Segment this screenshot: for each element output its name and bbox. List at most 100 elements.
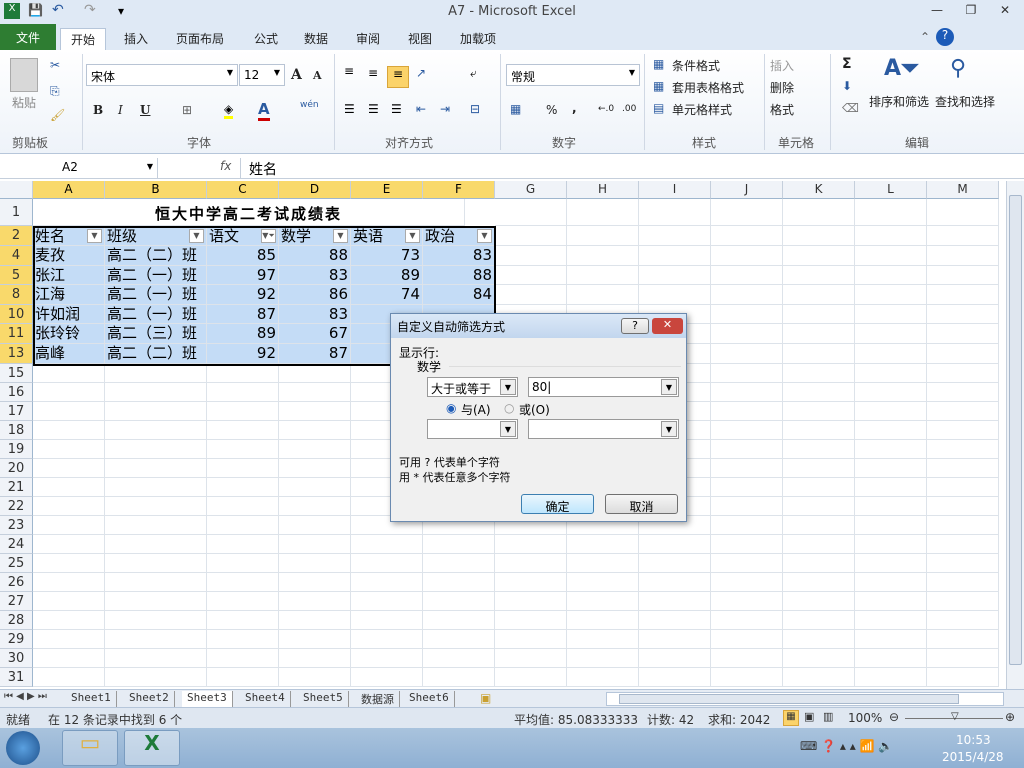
font-color-icon[interactable]: A [258,100,270,121]
cell[interactable] [711,629,783,649]
cell[interactable] [855,439,927,459]
cell[interactable] [567,199,639,226]
cell[interactable]: 86 [279,285,351,305]
sheet-title[interactable]: 恒大中学高二考试成绩表 [33,199,465,226]
cell[interactable] [105,591,207,611]
cell[interactable] [639,591,711,611]
cell[interactable] [711,420,783,440]
dialog-help-button[interactable]: ? [621,318,649,334]
format-painter-icon[interactable]: 🖌 [50,108,65,122]
cell[interactable]: 江海 [33,285,105,305]
cell[interactable] [927,226,999,246]
cell[interactable] [711,382,783,402]
cell[interactable]: 麦孜 [33,246,105,266]
cell[interactable] [927,363,999,383]
cell[interactable] [33,515,105,535]
and-radio[interactable]: ◉ [446,401,456,415]
cell[interactable] [351,572,423,592]
cell[interactable] [105,534,207,554]
cell[interactable] [279,610,351,630]
row-header[interactable]: 19 [0,439,33,459]
tab-page-layout[interactable]: 页面布局 [166,28,234,50]
cell[interactable] [711,477,783,497]
cell[interactable] [855,401,927,421]
sheet-tab[interactable]: Sheet2 [124,691,175,707]
tab-data[interactable]: 数据 [294,28,338,50]
cell[interactable] [567,226,639,246]
cell[interactable]: 84 [423,285,495,305]
cell[interactable]: 高二（二）班 [105,246,207,266]
cell[interactable] [33,401,105,421]
cell[interactable]: 88 [279,246,351,266]
cell[interactable] [855,496,927,516]
cell[interactable] [567,553,639,573]
currency-icon[interactable]: ▦ [510,102,521,116]
cell[interactable] [783,401,855,421]
cell[interactable] [33,572,105,592]
percent-button[interactable]: % [546,103,557,117]
phonetic-button[interactable]: wén [300,100,319,110]
cell[interactable] [105,420,207,440]
cell[interactable] [783,496,855,516]
cell[interactable] [351,648,423,668]
row-header[interactable]: 28 [0,610,33,630]
zoom-level[interactable]: 100% [848,711,882,725]
cell[interactable] [711,246,783,266]
tab-home[interactable]: 开始 [60,28,107,50]
cell[interactable] [33,667,105,687]
cell[interactable] [711,324,783,344]
format-as-table-button[interactable]: 套用表格格式 [672,79,744,96]
cell[interactable]: 89 [351,265,423,286]
sheet-tab[interactable]: Sheet1 [66,691,117,707]
cell[interactable] [711,610,783,630]
row-header[interactable]: 29 [0,629,33,649]
borders-icon[interactable]: ⊞ [182,103,192,117]
cell[interactable] [567,648,639,668]
chevron-down-icon[interactable]: ▼ [500,421,516,437]
cell[interactable] [279,363,351,383]
cell[interactable] [279,382,351,402]
row-header[interactable]: 15 [0,363,33,383]
cell[interactable] [279,439,351,459]
delete-cells-button[interactable]: 删除 [770,79,794,96]
row-header[interactable]: 13 [0,344,33,364]
minimize-button[interactable]: — [926,3,948,19]
find-select-button[interactable]: 查找和选择 [935,93,995,110]
row-header[interactable]: 18 [0,420,33,440]
start-button[interactable] [6,731,40,765]
comma-button[interactable]: , [572,101,577,115]
filter-active-icon[interactable]: ▼⏷ [261,229,276,243]
cell[interactable] [279,496,351,516]
cell[interactable] [33,553,105,573]
cell[interactable] [423,648,495,668]
cell[interactable] [495,226,567,246]
orientation-icon[interactable]: ↗ [416,66,426,80]
cell[interactable] [279,667,351,687]
cell[interactable] [105,515,207,535]
filter-dropdown-icon[interactable]: ▼ [189,229,204,243]
cell[interactable] [495,246,567,266]
cell[interactable]: 92 [207,344,279,364]
value2-input[interactable]: ▼ [528,419,679,439]
cell[interactable] [207,534,279,554]
paste-icon[interactable] [10,58,38,92]
cell[interactable] [207,572,279,592]
cell[interactable] [207,477,279,497]
column-header[interactable]: G [495,181,567,199]
cell[interactable]: 83 [279,265,351,286]
column-header[interactable]: J [711,181,783,199]
cell[interactable] [711,344,783,364]
cell[interactable] [639,648,711,668]
excel-taskbar-button[interactable]: X [124,730,180,766]
cell[interactable] [279,553,351,573]
cell[interactable] [783,324,855,344]
cell[interactable] [783,553,855,573]
cell[interactable] [567,265,639,286]
horizontal-scrollbar[interactable] [606,692,1004,706]
row-header[interactable]: 2 [0,226,33,246]
cell[interactable]: 张玲铃 [33,324,105,344]
insert-cells-button[interactable]: 插入 [770,57,794,74]
cell[interactable] [927,344,999,364]
operator2-select[interactable]: ▼ [427,419,518,439]
cell[interactable] [33,458,105,478]
